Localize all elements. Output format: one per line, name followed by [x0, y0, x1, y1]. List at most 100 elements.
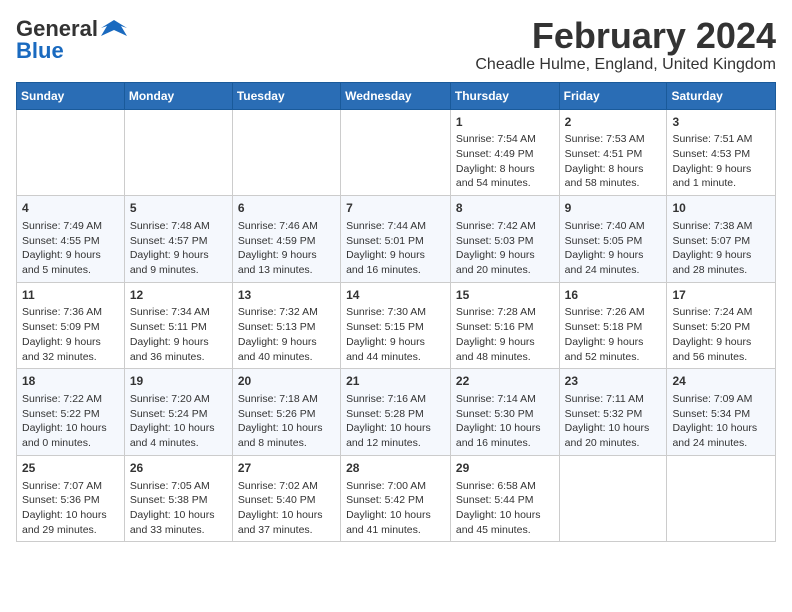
- day-number: 22: [456, 373, 554, 390]
- day-number: 10: [672, 200, 770, 217]
- day-header-saturday: Saturday: [667, 82, 776, 109]
- calendar-cell: 14Sunrise: 7:30 AMSunset: 5:15 PMDayligh…: [341, 282, 451, 369]
- day-info: Sunset: 5:15 PM: [346, 320, 445, 335]
- title-area: February 2024 Cheadle Hulme, England, Un…: [475, 16, 776, 74]
- day-info: Sunrise: 7:00 AM: [346, 479, 445, 494]
- day-info: Daylight: 10 hours and 8 minutes.: [238, 421, 335, 450]
- day-info: Sunrise: 7:24 AM: [672, 305, 770, 320]
- day-number: 5: [130, 200, 227, 217]
- day-info: Sunset: 5:26 PM: [238, 407, 335, 422]
- day-number: 7: [346, 200, 445, 217]
- day-header-monday: Monday: [124, 82, 232, 109]
- day-info: Daylight: 9 hours and 13 minutes.: [238, 248, 335, 277]
- day-info: Daylight: 9 hours and 48 minutes.: [456, 335, 554, 364]
- day-number: 28: [346, 460, 445, 477]
- day-info: Sunrise: 7:07 AM: [22, 479, 119, 494]
- calendar-cell: 4Sunrise: 7:49 AMSunset: 4:55 PMDaylight…: [17, 196, 125, 283]
- day-info: Daylight: 10 hours and 24 minutes.: [672, 421, 770, 450]
- day-info: Sunset: 4:53 PM: [672, 147, 770, 162]
- day-info: Daylight: 10 hours and 12 minutes.: [346, 421, 445, 450]
- day-info: Sunrise: 7:22 AM: [22, 392, 119, 407]
- day-info: Sunset: 5:24 PM: [130, 407, 227, 422]
- day-number: 21: [346, 373, 445, 390]
- day-number: 17: [672, 287, 770, 304]
- day-number: 2: [565, 114, 662, 131]
- logo-blue: Blue: [16, 38, 64, 64]
- calendar-cell: 2Sunrise: 7:53 AMSunset: 4:51 PMDaylight…: [559, 109, 667, 196]
- day-info: Sunrise: 7:54 AM: [456, 132, 554, 147]
- calendar-cell: 21Sunrise: 7:16 AMSunset: 5:28 PMDayligh…: [341, 369, 451, 456]
- day-header-tuesday: Tuesday: [232, 82, 340, 109]
- day-info: Sunrise: 7:14 AM: [456, 392, 554, 407]
- day-info: Sunset: 5:09 PM: [22, 320, 119, 335]
- day-info: Sunrise: 7:16 AM: [346, 392, 445, 407]
- day-info: Sunrise: 7:51 AM: [672, 132, 770, 147]
- calendar-cell: 27Sunrise: 7:02 AMSunset: 5:40 PMDayligh…: [232, 455, 340, 542]
- day-info: Sunset: 5:13 PM: [238, 320, 335, 335]
- calendar-cell: 17Sunrise: 7:24 AMSunset: 5:20 PMDayligh…: [667, 282, 776, 369]
- calendar-cell: 6Sunrise: 7:46 AMSunset: 4:59 PMDaylight…: [232, 196, 340, 283]
- day-number: 6: [238, 200, 335, 217]
- calendar-cell: 19Sunrise: 7:20 AMSunset: 5:24 PMDayligh…: [124, 369, 232, 456]
- day-number: 13: [238, 287, 335, 304]
- calendar-week-5: 25Sunrise: 7:07 AMSunset: 5:36 PMDayligh…: [17, 455, 776, 542]
- calendar-week-1: 1Sunrise: 7:54 AMSunset: 4:49 PMDaylight…: [17, 109, 776, 196]
- day-info: Sunset: 5:07 PM: [672, 234, 770, 249]
- month-title: February 2024: [475, 16, 776, 56]
- day-info: Sunset: 5:42 PM: [346, 493, 445, 508]
- day-info: Daylight: 10 hours and 45 minutes.: [456, 508, 554, 537]
- day-info: Sunrise: 7:40 AM: [565, 219, 662, 234]
- calendar-cell: [232, 109, 340, 196]
- day-number: 26: [130, 460, 227, 477]
- header: General Blue February 2024 Cheadle Hulme…: [16, 16, 776, 74]
- day-info: Daylight: 10 hours and 4 minutes.: [130, 421, 227, 450]
- calendar-cell: 3Sunrise: 7:51 AMSunset: 4:53 PMDaylight…: [667, 109, 776, 196]
- day-info: Daylight: 10 hours and 41 minutes.: [346, 508, 445, 537]
- day-info: Sunset: 5:05 PM: [565, 234, 662, 249]
- day-info: Sunrise: 7:18 AM: [238, 392, 335, 407]
- calendar-cell: 11Sunrise: 7:36 AMSunset: 5:09 PMDayligh…: [17, 282, 125, 369]
- day-info: Sunrise: 7:46 AM: [238, 219, 335, 234]
- calendar-header-row: SundayMondayTuesdayWednesdayThursdayFrid…: [17, 82, 776, 109]
- calendar-cell: 23Sunrise: 7:11 AMSunset: 5:32 PMDayligh…: [559, 369, 667, 456]
- day-info: Daylight: 9 hours and 24 minutes.: [565, 248, 662, 277]
- location-title: Cheadle Hulme, England, United Kingdom: [475, 56, 776, 74]
- day-info: Sunset: 5:16 PM: [456, 320, 554, 335]
- day-info: Sunset: 5:40 PM: [238, 493, 335, 508]
- calendar-cell: 22Sunrise: 7:14 AMSunset: 5:30 PMDayligh…: [450, 369, 559, 456]
- day-number: 11: [22, 287, 119, 304]
- calendar-cell: [124, 109, 232, 196]
- calendar-cell: 16Sunrise: 7:26 AMSunset: 5:18 PMDayligh…: [559, 282, 667, 369]
- calendar-cell: [667, 455, 776, 542]
- day-info: Sunset: 5:18 PM: [565, 320, 662, 335]
- day-info: Sunset: 4:51 PM: [565, 147, 662, 162]
- calendar-cell: 12Sunrise: 7:34 AMSunset: 5:11 PMDayligh…: [124, 282, 232, 369]
- calendar-cell: 25Sunrise: 7:07 AMSunset: 5:36 PMDayligh…: [17, 455, 125, 542]
- day-number: 1: [456, 114, 554, 131]
- day-number: 3: [672, 114, 770, 131]
- day-info: Daylight: 10 hours and 37 minutes.: [238, 508, 335, 537]
- day-number: 19: [130, 373, 227, 390]
- calendar-cell: 10 Sunrise: 7:38 AMSunset: 5:07 PMDayligh…: [667, 196, 776, 283]
- day-info: Sunrise: 7:11 AM: [565, 392, 662, 407]
- day-info: Daylight: 8 hours and 58 minutes.: [565, 162, 662, 191]
- day-info: Sunrise: 7:38 AM: [672, 219, 770, 234]
- day-info: Sunrise: 7:26 AM: [565, 305, 662, 320]
- day-info: Sunrise: 7:02 AM: [238, 479, 335, 494]
- day-header-thursday: Thursday: [450, 82, 559, 109]
- day-info: Daylight: 10 hours and 29 minutes.: [22, 508, 119, 537]
- calendar-week-4: 18Sunrise: 7:22 AMSunset: 5:22 PMDayligh…: [17, 369, 776, 456]
- day-info: Daylight: 9 hours and 44 minutes.: [346, 335, 445, 364]
- day-info: Daylight: 10 hours and 16 minutes.: [456, 421, 554, 450]
- calendar-cell: 8Sunrise: 7:42 AMSunset: 5:03 PMDaylight…: [450, 196, 559, 283]
- calendar-cell: 5Sunrise: 7:48 AMSunset: 4:57 PMDaylight…: [124, 196, 232, 283]
- calendar-cell: 28 Sunrise: 7:00 AMSunset: 5:42 PMDayligh…: [341, 455, 451, 542]
- day-info: Sunrise: 7:32 AM: [238, 305, 335, 320]
- calendar-cell: 24Sunrise: 7:09 AMSunset: 5:34 PMDayligh…: [667, 369, 776, 456]
- day-info: Daylight: 8 hours and 54 minutes.: [456, 162, 554, 191]
- day-info: Daylight: 9 hours and 28 minutes.: [672, 248, 770, 277]
- calendar-cell: 13Sunrise: 7:32 AMSunset: 5:13 PMDayligh…: [232, 282, 340, 369]
- day-number: 18: [22, 373, 119, 390]
- day-number: 8: [456, 200, 554, 217]
- day-number: 29: [456, 460, 554, 477]
